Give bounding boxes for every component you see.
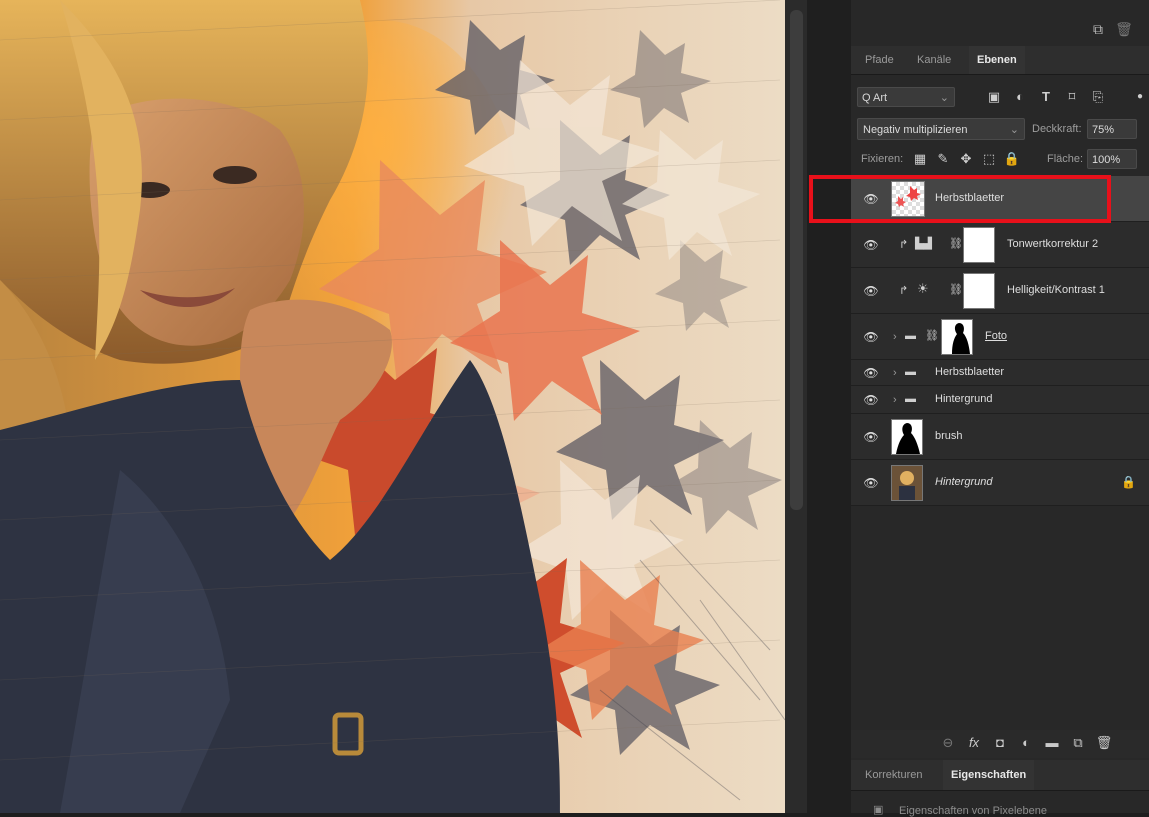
layer-row-tonwertkorrektur[interactable]: 👁 ↱ ▙▟ ⛓ Tonwertkorrektur 2	[851, 222, 1149, 268]
panel-divider	[807, 0, 851, 813]
delete-layer-icon[interactable]: 🗑	[1095, 734, 1113, 752]
add-mask-icon[interactable]: ◘	[991, 734, 1009, 752]
lock-icon: 🔒	[1121, 475, 1136, 489]
pixel-layer-icon: ▣	[873, 804, 884, 816]
layer-name: Tonwertkorrektur 2	[1007, 238, 1099, 250]
blend-mode-value: Negativ multiplizieren	[863, 124, 968, 136]
chevron-right-icon[interactable]: ›	[893, 330, 897, 344]
folder-icon: ▬	[905, 330, 916, 342]
lock-artboard-icon[interactable]: ⬚	[980, 149, 998, 169]
layer-name: Herbstblaetter	[935, 366, 1005, 378]
lock-position-icon[interactable]: ✥	[957, 149, 975, 169]
image-filter-icon[interactable]: ▣	[985, 88, 1003, 106]
clipping-arrow-icon: ↱	[899, 239, 909, 251]
layer-row-helligkeit-kontrast[interactable]: 👁 ↱ ☀ ⛓ Helligkeit/Kontrast 1	[851, 268, 1149, 314]
new-layer-icon[interactable]: ⧉	[1069, 734, 1087, 752]
layer-row-brush[interactable]: 👁 brush	[851, 414, 1149, 460]
layers-bottom-toolbar: ⊖ fx ◘ ◐ ▬ ⧉ 🗑	[851, 730, 1149, 758]
visibility-eye-icon[interactable]: 👁	[863, 392, 879, 408]
link-chain-icon: ⛓	[925, 330, 939, 342]
brightness-contrast-icon: ☀	[917, 281, 929, 296]
visibility-eye-icon[interactable]: 👁	[863, 283, 879, 299]
chevron-right-icon[interactable]: ›	[893, 393, 897, 407]
smart-object-filter-icon[interactable]: ⎘	[1089, 88, 1107, 106]
lock-row: Fixieren: ▦ ✎ ✥ ⬚ 🔒 Fläche: 100%	[851, 146, 1149, 172]
layer-name: Foto	[985, 330, 1008, 342]
properties-panel: ▣ Eigenschaften von Pixelebene	[851, 791, 1149, 817]
shape-filter-icon[interactable]: ⌑	[1063, 88, 1081, 106]
new-group-icon[interactable]: ▬	[1043, 734, 1061, 752]
selection-highlight-box	[809, 175, 1111, 223]
properties-title: Eigenschaften von Pixelebene	[899, 805, 1047, 817]
layer-mask-thumbnail	[963, 273, 995, 309]
chevron-down-icon: ⌄	[1009, 124, 1019, 136]
layers-list: 👁 Herbstblaetter 👁 ↱ ▙▟ ⛓ Tonwertkorrekt…	[851, 176, 1149, 736]
visibility-eye-icon[interactable]: 👁	[863, 329, 879, 345]
layer-name: Hintergrund	[935, 393, 993, 405]
lock-all-icon[interactable]: 🔒	[1003, 149, 1021, 169]
panel-tabs: Pfade Kanäle Ebenen	[851, 46, 1149, 75]
visibility-eye-icon[interactable]: 👁	[863, 475, 879, 491]
layer-kind-filter-label: Q Art	[862, 92, 888, 104]
fill-value: 100%	[1092, 154, 1121, 166]
opacity-label: Deckkraft:	[1032, 123, 1082, 135]
fill-input[interactable]: 100%	[1087, 149, 1137, 169]
layer-filter-row: Q Art ⌄ ▣ ◐ T ⌑ ⎘ ●	[851, 84, 1149, 110]
visibility-eye-icon[interactable]: 👁	[863, 237, 879, 253]
opacity-input[interactable]: 75%	[1087, 119, 1137, 139]
properties-tabs: Korrekturen Eigenschaften	[851, 760, 1149, 791]
layer-name: brush	[935, 430, 963, 442]
clipping-arrow-icon: ↱	[899, 285, 909, 297]
layer-row-foto-group[interactable]: 👁 › ▬ ⛓ Foto	[851, 314, 1149, 360]
folder-icon: ▬	[905, 393, 916, 405]
visibility-eye-icon[interactable]: 👁	[863, 429, 879, 445]
layer-row-hintergrund-background[interactable]: 👁 Hintergrund 🔒	[851, 460, 1149, 506]
adjustment-layer-icon[interactable]: ◐	[1017, 734, 1035, 752]
levels-adjustment-icon: ▙▟	[915, 238, 932, 250]
canvas-scrollbar-thumb[interactable]	[790, 10, 803, 510]
blend-mode-dropdown[interactable]: Negativ multiplizieren ⌄	[857, 118, 1025, 140]
layer-mask-thumbnail	[963, 227, 995, 263]
chevron-down-icon: ⌄	[939, 92, 949, 104]
tab-ebenen[interactable]: Ebenen	[969, 46, 1025, 74]
layer-thumbnail	[891, 419, 923, 455]
fill-label: Fläche:	[1047, 153, 1084, 165]
adjustment-filter-icon[interactable]: ◐	[1011, 88, 1029, 106]
layer-name: Hintergrund	[935, 476, 993, 488]
link-layers-icon[interactable]: ⊖	[939, 734, 957, 752]
layer-row-hintergrund-group[interactable]: 👁 › ▬ Hintergrund	[851, 386, 1149, 414]
layer-name: Helligkeit/Kontrast 1	[1007, 284, 1105, 296]
filter-toggle-icon[interactable]: ●	[1131, 88, 1149, 106]
tab-korrekturen[interactable]: Korrekturen	[865, 760, 922, 790]
fx-icon[interactable]: fx	[965, 734, 983, 752]
tab-eigenschaften[interactable]: Eigenschaften	[943, 760, 1035, 790]
new-layer-icon[interactable]: ⧉	[1089, 20, 1107, 38]
visibility-eye-icon[interactable]: 👁	[863, 365, 879, 381]
link-chain-icon: ⛓	[949, 284, 963, 296]
tab-pfade[interactable]: Pfade	[865, 46, 894, 74]
chevron-right-icon[interactable]: ›	[893, 366, 897, 380]
blend-row: Negativ multiplizieren ⌄ Deckkraft: 75%	[851, 116, 1149, 142]
folder-icon: ▬	[905, 366, 916, 378]
group-mask-thumbnail	[941, 319, 973, 355]
opacity-value: 75%	[1092, 124, 1115, 136]
layer-row-herbstblaetter-group[interactable]: 👁 › ▬ Herbstblaetter	[851, 360, 1149, 386]
link-chain-icon: ⛓	[949, 238, 963, 250]
document-canvas[interactable]	[0, 0, 785, 813]
lock-image-pixels-icon[interactable]: ✎	[934, 149, 952, 169]
artwork-image	[0, 0, 785, 813]
lock-label: Fixieren:	[861, 153, 904, 165]
trash-icon[interactable]: 🗑	[1115, 20, 1133, 38]
panel-top-toolbar: ⧉ 🗑	[851, 14, 1149, 44]
lock-transparency-icon[interactable]: ▦	[911, 149, 929, 169]
layer-thumbnail	[891, 465, 923, 501]
tab-kanaele[interactable]: Kanäle	[917, 46, 951, 74]
layer-kind-filter-dropdown[interactable]: Q Art ⌄	[857, 87, 955, 107]
type-filter-icon[interactable]: T	[1037, 88, 1055, 106]
